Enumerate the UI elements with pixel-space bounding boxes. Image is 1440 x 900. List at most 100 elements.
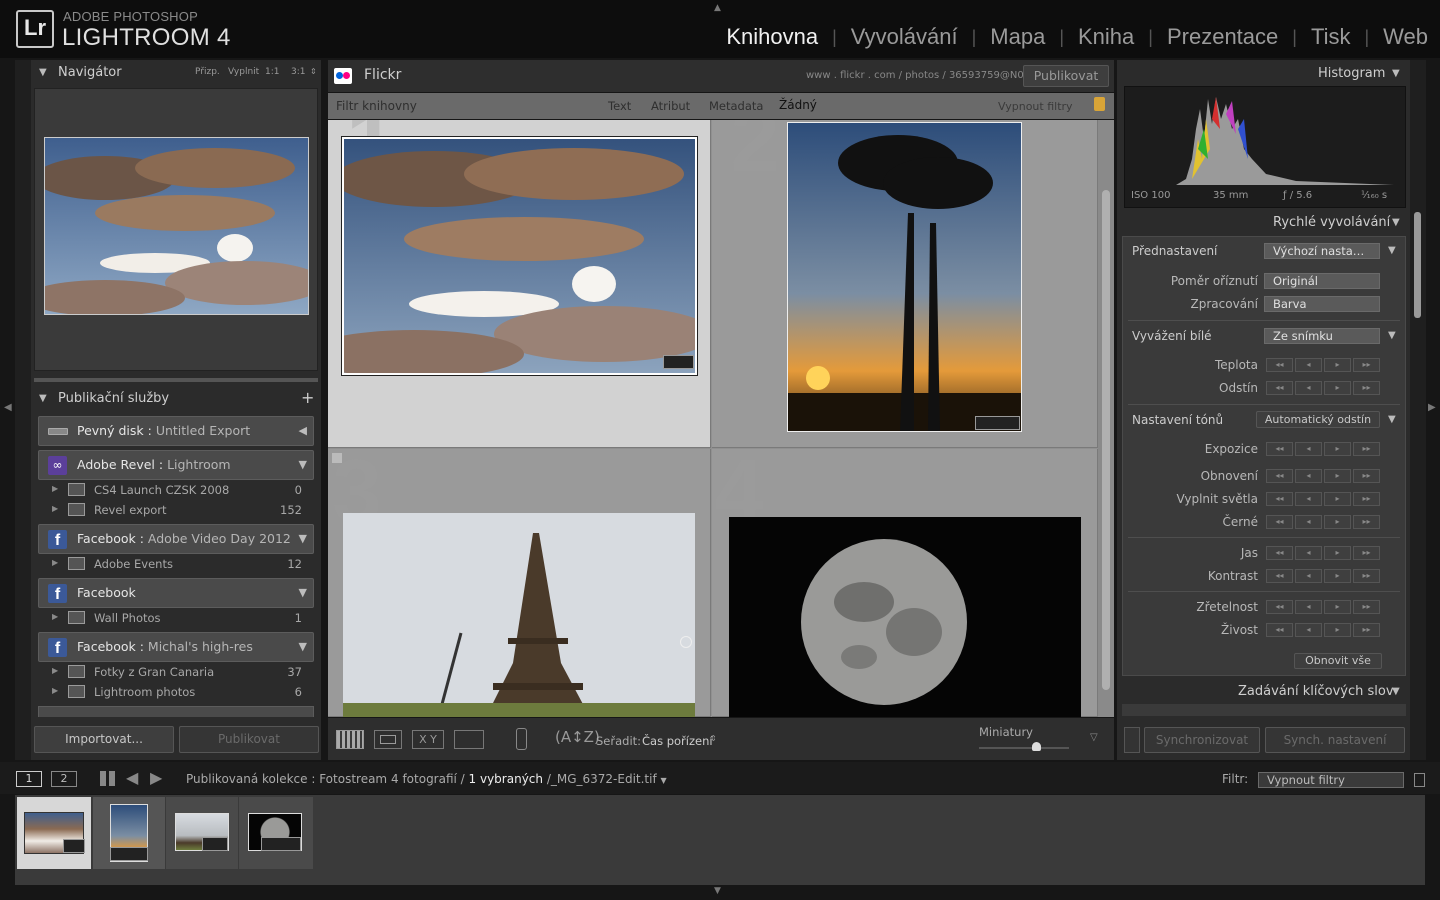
module-print[interactable]: Tisk <box>1297 24 1365 50</box>
module-map[interactable]: Mapa <box>976 24 1059 50</box>
chevron-down-icon[interactable]: ▼ <box>299 532 307 545</box>
thumbnail-palms[interactable] <box>787 122 1022 432</box>
recovery-stepper[interactable]: ◂◂ ◂ ▸ ▸▸ <box>1266 469 1382 483</box>
service-adobe-revel[interactable]: ∞ Adobe Revel : Lightroom ▼ <box>38 450 314 480</box>
auto-tone-button[interactable]: Automatický odstín <box>1256 411 1380 428</box>
chevron-down-icon[interactable]: ▼ <box>299 640 307 653</box>
filter-tab-metadata[interactable]: Metadata <box>709 99 763 113</box>
zoom-fill[interactable]: Vyplnit <box>228 67 259 77</box>
brightness-stepper[interactable]: ◂◂ ◂ ▸ ▸▸ <box>1266 546 1382 560</box>
slider-thumb[interactable] <box>1031 742 1041 751</box>
collection-row[interactable]: ▶ CS4 Launch CZSK 2008 0 <box>38 480 314 500</box>
import-button[interactable]: Importovat... <box>34 726 174 753</box>
collection-row[interactable]: ▶ Revel export 152 <box>38 500 314 520</box>
expand-icon[interactable]: ▶ <box>52 484 58 493</box>
zoom-fit[interactable]: Přizp. <box>195 67 220 77</box>
service-facebook-high-res[interactable]: f Facebook : Michal's high-res ▼ <box>38 632 314 662</box>
collapse-left-arrow[interactable]: ◀ <box>4 402 12 413</box>
exposure-stepper[interactable]: ◂◂ ◂ ▸ ▸▸ <box>1266 442 1382 456</box>
collection-row[interactable]: ▶ Adobe Events 12 <box>38 554 314 574</box>
collection-row[interactable]: ▶ Lightroom photos 6 <box>38 682 314 702</box>
scroll-thumb[interactable] <box>1102 190 1110 690</box>
sort-select-arrow[interactable]: ⇕ <box>710 734 717 743</box>
clarity-stepper[interactable]: ◂◂ ◂ ▸ ▸▸ <box>1266 600 1382 614</box>
tint-stepper[interactable]: ◂◂ ◂ ▸ ▸▸ <box>1266 381 1382 395</box>
tone-expand-icon[interactable]: ▼ <box>1388 414 1396 425</box>
navigator-header[interactable]: ▼ Navigátor Přizp. Vyplnit 1:1 3:1 ⇕ <box>31 60 321 86</box>
module-web[interactable]: Web <box>1369 24 1428 50</box>
navigator-preview-image[interactable] <box>44 137 309 315</box>
sync-settings-button[interactable]: Synch. nastavení <box>1265 727 1405 753</box>
navigator-collapse-icon[interactable]: ▼ <box>39 67 47 78</box>
service-facebook[interactable]: f Facebook ▼ <box>38 578 314 608</box>
grid-view-icon[interactable] <box>336 730 364 749</box>
add-service-button[interactable]: + <box>301 388 314 407</box>
survey-view-icon[interactable] <box>454 730 484 749</box>
thumbnail-clouds[interactable] <box>328 136 714 378</box>
screen-1-button[interactable]: 1 <box>16 771 42 787</box>
publish-services-header[interactable]: ▼ Publikační služby + <box>31 386 321 412</box>
filmstrip-thumb-selected[interactable] <box>17 797 91 869</box>
chevron-down-icon[interactable]: ▼ <box>299 458 307 471</box>
collapse-bottom-arrow[interactable]: ▼ <box>714 886 721 896</box>
filmstrip-thumb[interactable] <box>93 797 165 869</box>
zoom-stepper-icon[interactable]: ⇕ <box>310 67 317 76</box>
filmstrip-filter-select[interactable]: Vypnout filtry <box>1258 772 1404 788</box>
forward-arrow-icon[interactable]: ▶ <box>150 768 162 787</box>
zoom-3-1[interactable]: 3:1 <box>291 67 305 77</box>
thumbnail-moon[interactable] <box>729 517 1081 717</box>
compare-view-icon[interactable]: X Y <box>412 730 444 749</box>
contrast-stepper[interactable]: ◂◂ ◂ ▸ ▸▸ <box>1266 569 1382 583</box>
service-hard-drive[interactable]: Pevný disk : Untitled Export ◀ <box>38 416 314 446</box>
publish-now-button[interactable]: Publikovat <box>1023 65 1109 87</box>
expand-icon[interactable]: ▶ <box>52 558 58 567</box>
keywording-collapse-icon[interactable]: ▼ <box>1392 686 1400 697</box>
treatment-select[interactable]: Barva <box>1264 296 1380 312</box>
crop-select[interactable]: Originál <box>1264 273 1380 289</box>
expand-icon[interactable]: ▶ <box>52 504 58 513</box>
grid-cell-1[interactable]: 1 <box>328 120 714 448</box>
module-library[interactable]: Knihovna <box>712 24 832 50</box>
filmstrip-thumb[interactable] <box>239 797 313 869</box>
filmstrip-thumb[interactable] <box>166 797 238 869</box>
preset-select[interactable]: Výchozí nasta… <box>1264 243 1380 259</box>
collapse-top-arrow[interactable]: ▲ <box>714 3 721 13</box>
collapse-right-arrow[interactable]: ▶ <box>1428 402 1436 413</box>
selection-info[interactable]: 4 fotografií / 1 vybraných /_MG_6372-Edi… <box>391 772 667 786</box>
fill-light-stepper[interactable]: ◂◂ ◂ ▸ ▸▸ <box>1266 492 1382 506</box>
preset-expand-icon[interactable]: ▼ <box>1388 245 1396 256</box>
loupe-view-icon[interactable] <box>374 730 402 749</box>
histogram[interactable]: ISO 100 35 mm ƒ / 5.6 ¹⁄₁₆₀ s <box>1124 86 1406 208</box>
grid-cell-3[interactable]: 3 <box>328 442 711 717</box>
expand-left-icon[interactable]: ◀ <box>299 424 307 437</box>
filter-tab-none[interactable]: Žádný <box>779 98 817 112</box>
filter-tab-text[interactable]: Text <box>608 99 631 113</box>
thumbnail-size-slider[interactable] <box>979 742 1069 751</box>
wb-select[interactable]: Ze snímku <box>1264 328 1380 344</box>
module-slideshow[interactable]: Prezentace <box>1153 24 1292 50</box>
filter-lock-icon[interactable] <box>1414 773 1425 787</box>
expand-icon[interactable]: ▶ <box>52 686 58 695</box>
publish-collapse-icon[interactable]: ▼ <box>39 393 47 404</box>
sort-direction-icon[interactable]: (A↕Z) <box>555 728 600 746</box>
grid-cell-2[interactable]: 2 <box>712 120 1098 448</box>
screen-2-button[interactable]: 2 <box>51 771 77 787</box>
blacks-stepper[interactable]: ◂◂ ◂ ▸ ▸▸ <box>1266 515 1382 529</box>
sync-switch-icon[interactable] <box>1124 727 1140 753</box>
lock-icon[interactable] <box>1094 97 1105 111</box>
vibrance-stepper[interactable]: ◂◂ ◂ ▸ ▸▸ <box>1266 623 1382 637</box>
thumbnail-eiffel[interactable] <box>343 513 695 717</box>
expand-icon[interactable]: ▶ <box>52 666 58 675</box>
module-book[interactable]: Kniha <box>1064 24 1148 50</box>
service-url[interactable]: www . flickr . com / photos / 36593759@N… <box>806 70 1030 81</box>
flag-icon[interactable] <box>332 453 342 463</box>
painter-icon[interactable] <box>516 728 527 750</box>
zoom-1-1[interactable]: 1:1 <box>265 67 279 77</box>
collection-row[interactable]: ▶ Fotky z Gran Canaria 37 <box>38 662 314 682</box>
sync-button[interactable]: Synchronizovat <box>1144 727 1260 753</box>
grid-scrollbar[interactable] <box>1098 120 1114 717</box>
toolbar-menu-icon[interactable]: ▽ <box>1090 732 1098 743</box>
module-develop[interactable]: Vyvolávání <box>837 24 972 50</box>
quick-develop-collapse-icon[interactable]: ▼ <box>1392 217 1400 228</box>
filter-tab-attribute[interactable]: Atribut <box>651 99 690 113</box>
